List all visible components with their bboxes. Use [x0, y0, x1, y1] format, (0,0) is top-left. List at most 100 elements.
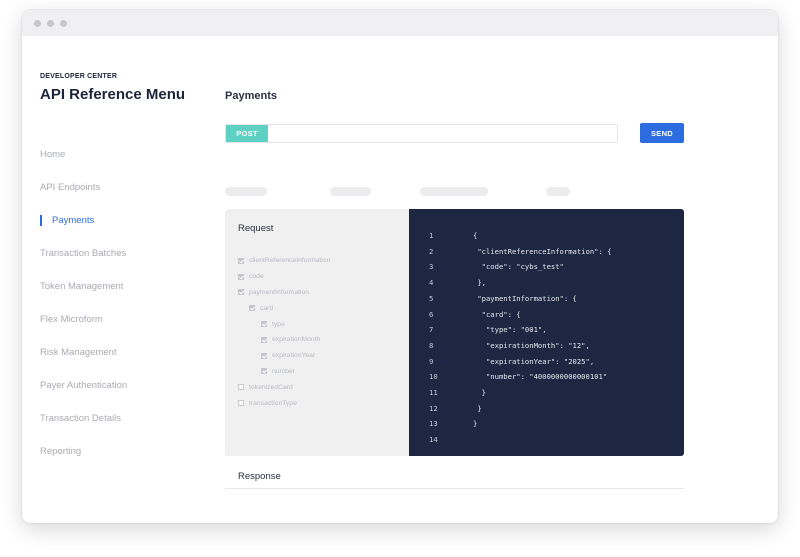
tab-placeholder[interactable]	[420, 187, 488, 196]
send-button[interactable]: SEND	[640, 123, 684, 143]
menu-title: API Reference Menu	[40, 86, 186, 103]
field-checkbox[interactable]	[261, 368, 267, 375]
field-checkbox[interactable]	[261, 352, 267, 359]
response-heading: Response	[238, 471, 281, 482]
field-checkbox[interactable]	[238, 273, 244, 280]
url-bar: POST	[225, 124, 618, 143]
sidebar-item-reporting[interactable]: Reporting	[40, 445, 210, 478]
sidebar-item-label: Payer Authentication	[40, 380, 128, 391]
sidebar-item-label: API Endpoints	[40, 182, 101, 193]
sidebar-item-label: Token Management	[40, 281, 124, 292]
request-heading: Request	[238, 223, 274, 234]
http-method-badge[interactable]: POST	[226, 125, 268, 142]
line-number: 1	[429, 231, 434, 240]
code-line: 3 "code": "cybs_test"	[409, 260, 684, 274]
endpoint-url-input[interactable]	[270, 125, 615, 142]
page-title: Payments	[225, 90, 277, 102]
code-line: 11 }	[409, 386, 684, 400]
field-label: transactionType	[249, 399, 297, 407]
window-dot-icon[interactable]	[47, 20, 54, 27]
field-label: expirationMonth	[272, 336, 321, 344]
code-line: 10 "number": "4000000000000101"	[409, 370, 684, 384]
line-number: 13	[429, 419, 438, 429]
sidebar-item-risk-management[interactable]: Risk Management	[40, 346, 210, 379]
code-text: "expirationYear": "2025",	[473, 356, 595, 366]
code-editor[interactable]: 1{2 "clientReferenceInformation": {3 "co…	[409, 209, 684, 456]
field-label: clientReferenceInformation	[249, 257, 331, 265]
field-row: expirationYear	[238, 348, 330, 364]
field-checkbox[interactable]	[238, 257, 244, 264]
field-checkbox[interactable]	[238, 400, 244, 407]
line-number: 9	[429, 356, 434, 366]
request-panel: Request clientReferenceInformation code pa…	[225, 209, 409, 456]
sidebar-item-home[interactable]: Home	[40, 148, 210, 181]
field-row: card	[238, 300, 330, 316]
sidebar-item-label: Payments	[52, 215, 95, 226]
tab-placeholder[interactable]	[225, 187, 267, 196]
code-text: "card": {	[473, 309, 521, 319]
sidebar-item-transaction-batches[interactable]: Transaction Batches	[40, 247, 210, 280]
field-label: number	[272, 367, 296, 375]
sidebar-item-api-endpoints[interactable]: API Endpoints	[40, 181, 210, 214]
code-text: "code": "cybs_test"	[473, 262, 564, 272]
code-line: 5 "paymentInformation": {	[409, 292, 684, 306]
tab-placeholder[interactable]	[546, 187, 570, 196]
sidebar-item-label: Home	[40, 149, 66, 160]
sidebar-item-transaction-details[interactable]: Transaction Details	[40, 412, 210, 445]
line-number: 11	[429, 388, 438, 397]
field-checkbox[interactable]	[261, 336, 267, 343]
field-checkbox[interactable]	[238, 289, 244, 296]
field-checkbox[interactable]	[261, 321, 267, 328]
field-row: clientReferenceInformation	[238, 253, 330, 269]
sidebar-item-token-management[interactable]: Token Management	[40, 280, 210, 313]
line-number: 3	[429, 262, 434, 272]
code-text: "number": "4000000000000101"	[473, 372, 608, 382]
field-row: expirationMonth	[238, 332, 330, 348]
sidebar-item-label: Reporting	[40, 446, 82, 457]
sidebar-item-label: Risk Management	[40, 347, 117, 358]
request-field-tree: clientReferenceInformation code paymentInf…	[238, 253, 330, 411]
code-text: }	[473, 388, 486, 397]
code-line: 7 "type": "001",	[409, 323, 684, 337]
code-text: "expirationMonth": "12",	[473, 340, 590, 350]
line-number: 6	[429, 309, 434, 319]
line-number: 12	[429, 403, 438, 413]
line-number: 10	[429, 372, 438, 382]
field-label: card	[260, 304, 274, 312]
response-divider	[225, 488, 684, 489]
code-text: }	[473, 403, 482, 413]
title-bar	[22, 10, 778, 36]
code-text: {	[473, 231, 478, 240]
code-line: 2 "clientReferenceInformation": {	[409, 245, 684, 259]
code-line: 12 }	[409, 402, 684, 416]
sidebar-item-flex-microform[interactable]: Flex Microform	[40, 313, 210, 346]
field-label: paymentInformation	[249, 288, 310, 296]
code-text: "paymentInformation": {	[473, 293, 577, 303]
field-label: tokenizedCard	[249, 383, 293, 391]
line-number: 2	[429, 246, 434, 256]
field-row: type	[238, 316, 330, 332]
code-line: 8 "expirationMonth": "12",	[409, 339, 684, 353]
tab-placeholder[interactable]	[330, 187, 371, 196]
field-checkbox[interactable]	[238, 384, 244, 391]
code-line: 4 },	[409, 276, 684, 290]
sidebar-item-payments[interactable]: Payments	[40, 214, 210, 247]
code-text: "type": "001",	[473, 325, 547, 335]
code-text: "clientReferenceInformation": {	[473, 246, 612, 256]
eyebrow-label: DEVELOPER CENTER	[40, 73, 118, 80]
field-label: type	[272, 320, 285, 328]
code-line: 14	[409, 433, 684, 447]
field-row: number	[238, 364, 330, 380]
field-row: transactionType	[238, 395, 330, 411]
line-number: 7	[429, 325, 434, 335]
field-row: code	[238, 269, 330, 285]
sidebar-item-label: Flex Microform	[40, 314, 103, 325]
field-checkbox[interactable]	[249, 305, 255, 312]
field-label: expirationYear	[272, 352, 316, 360]
line-number: 4	[429, 278, 434, 288]
window-dot-icon[interactable]	[34, 20, 41, 27]
sidebar-nav: Home API Endpoints Payments Transaction Bat…	[40, 148, 210, 478]
sidebar-item-payer-authentication[interactable]: Payer Authentication	[40, 379, 210, 412]
window-dot-icon[interactable]	[60, 20, 67, 27]
field-row: tokenizedCard	[238, 379, 330, 395]
